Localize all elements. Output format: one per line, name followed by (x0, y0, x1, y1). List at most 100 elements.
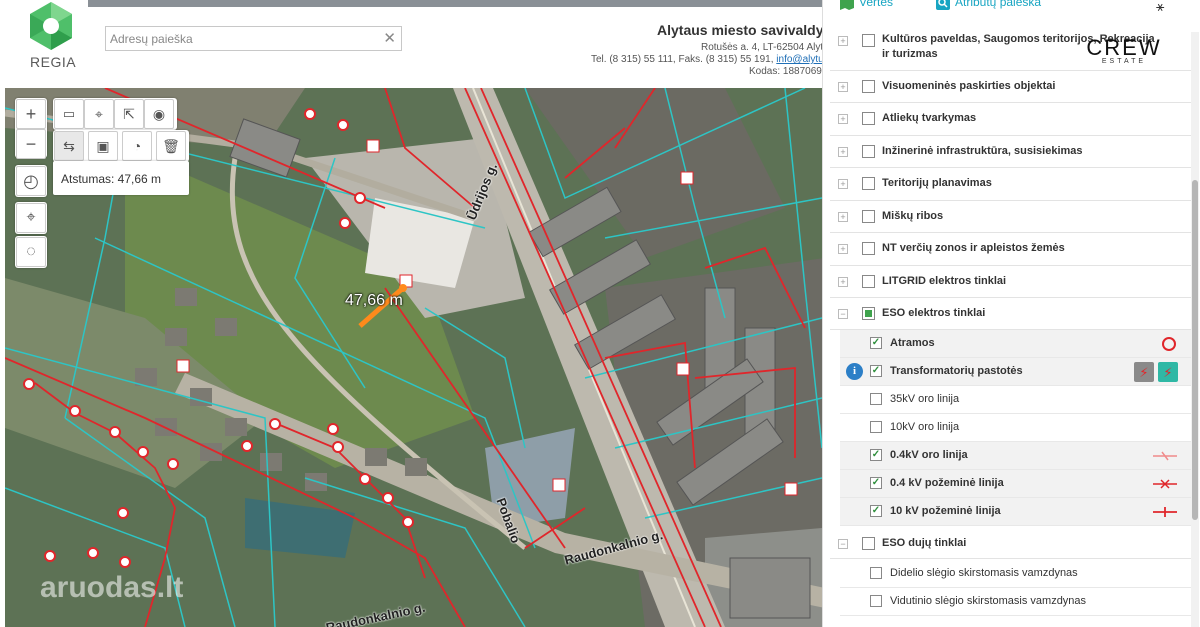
sublayer-row-didelio-slegio[interactable]: Didelio slėgio skirstomasis vamzdynas (840, 560, 1192, 588)
layer-label: NT verčių zonos ir apleistos žemės (882, 242, 1065, 254)
organization-code: Kodas: 188706935 (749, 66, 833, 77)
sublayer-row-atramos[interactable]: ✓ Atramos (840, 330, 1192, 358)
compass-icon[interactable]: ◴ (16, 166, 46, 196)
trash-icon[interactable]: 🗑 (156, 131, 186, 161)
export-icon[interactable]: ⇱ (114, 99, 144, 129)
organization-address: Rotušės a. 4, LT-62504 Alytus (701, 42, 834, 53)
layer-label: Teritorijų planavimas (882, 177, 992, 189)
overhead-line-legend-icon (1153, 451, 1177, 461)
aruodas-watermark: aruodas.lt (40, 571, 184, 604)
layer-row-nt-verciu[interactable]: + NT verčių zonos ir apleistos žemės (830, 233, 1192, 266)
layer-checkbox[interactable] (862, 242, 875, 255)
layer-label: Visuomeninės paskirties objektai (882, 80, 1056, 92)
sublayer-row-35kv[interactable]: 35kV oro linija (840, 386, 1192, 414)
layer-checkbox[interactable] (862, 80, 875, 93)
target-icon[interactable]: ◉ (144, 99, 174, 129)
layer-checkbox-partial[interactable] (862, 307, 875, 320)
expand-icon[interactable]: + (838, 212, 848, 222)
sublayer-checkbox[interactable] (870, 393, 882, 405)
toolbar-second: ⇆ ▣ ◔ 🗑 (53, 130, 189, 162)
layer-label: Inžinerinė infrastruktūra, susisiekimas (882, 145, 1083, 157)
layer-checkbox[interactable] (862, 275, 875, 288)
underground-10kv-legend-icon (1153, 507, 1177, 517)
layer-row-misku-ribos[interactable]: + Miškų ribos (830, 201, 1192, 233)
layer-label: ESO dujų tinklai (882, 537, 967, 549)
layer-checkbox[interactable] (862, 210, 875, 223)
expand-icon[interactable]: + (838, 147, 848, 157)
sublayer-row-04kv-pozemine[interactable]: ✓ 0.4 kV požeminė linija (840, 470, 1192, 498)
map-viewport[interactable]: + − ▭ ⌖ ⇱ ◉ ⇆ ▣ ◔ 🗑 Atstumas: 47,66 m ◴ … (5, 88, 822, 627)
panel-scrollbar[interactable] (1191, 32, 1199, 627)
sublayer-checkbox[interactable] (870, 421, 882, 433)
zoom-in-icon[interactable]: + (16, 99, 46, 129)
pin-off-icon[interactable]: ⚹ (1156, 0, 1164, 15)
layer-row-eso-duju[interactable]: − ESO dujų tinklai (830, 528, 1192, 559)
tab-attribute-search[interactable]: Atributų paieška (936, 0, 1041, 10)
scrollbar-thumb[interactable] (1192, 180, 1198, 520)
sublayer-checkbox[interactable]: ✓ (870, 477, 882, 489)
sublayer-row-10kv-pozemine[interactable]: ✓ 10 kV požeminė linija (840, 498, 1192, 526)
panel-tabs: Vertės Atributų paieška ⚹ (823, 0, 1200, 20)
ruler-icon[interactable]: ▭ (54, 99, 84, 129)
layer-checkbox[interactable] (862, 177, 875, 190)
address-search-input[interactable] (106, 27, 366, 50)
sublayer-label: 0.4 kV požeminė linija (890, 477, 1004, 489)
support-legend-icon (1162, 337, 1176, 351)
sublayer-checkbox[interactable]: ✓ (870, 337, 882, 349)
sublayer-label: Transformatorių pastotės (890, 365, 1023, 377)
sublayer-checkbox[interactable] (870, 595, 882, 607)
layer-row-visuomenines[interactable]: + Visuomeninės paskirties objektai (830, 71, 1192, 103)
top-strip (88, 0, 822, 7)
svg-text:⚡: ⚡ (1163, 366, 1172, 381)
zoom-control: + − (15, 98, 47, 159)
layer-row-planavimas[interactable]: + Teritorijų planavimas (830, 168, 1192, 201)
sublayer-row-10kv[interactable]: 10kV oro linija (840, 414, 1192, 442)
expand-icon[interactable]: + (838, 36, 848, 46)
header: REGIA ✕ Alytaus miesto savivaldybė Rotuš… (0, 0, 840, 88)
underground-04kv-legend-icon (1153, 479, 1177, 489)
area-icon[interactable]: ◔ (122, 131, 152, 161)
sublayer-label: Didelio slėgio skirstomasis vamzdynas (890, 567, 1078, 579)
expand-icon[interactable]: + (838, 114, 848, 124)
measure-line-icon[interactable]: ⇆ (54, 131, 84, 161)
compass-control: ◴ (15, 165, 47, 197)
tab-layers[interactable]: Vertės (840, 0, 893, 10)
close-icon[interactable]: ✕ (383, 29, 396, 47)
layer-row-litgrid[interactable]: + LITGRID elektros tinklai (830, 266, 1192, 298)
sublayer-row-vidutinio-slegio[interactable]: Vidutinio slėgio skirstomasis vamzdynas (840, 588, 1192, 616)
collapse-icon[interactable]: − (838, 539, 848, 549)
sublayer-checkbox[interactable]: ✓ (870, 365, 882, 377)
lasso-control: ◌ (15, 236, 47, 268)
lasso-icon[interactable]: ◌ (16, 237, 46, 267)
measure-result-tag: 47,66 m (345, 292, 403, 309)
zoom-out-icon[interactable]: − (16, 129, 46, 159)
locate-icon[interactable]: ⌖ (16, 203, 46, 233)
expand-icon[interactable]: + (838, 277, 848, 287)
sublayer-label: Vidutinio slėgio skirstomasis vamzdynas (890, 595, 1087, 607)
layer-checkbox[interactable] (862, 112, 875, 125)
sublayer-row-04kv-oro[interactable]: ✓ 0.4kV oro linija (840, 442, 1192, 470)
sublayer-checkbox[interactable]: ✓ (870, 505, 882, 517)
layer-row-eso-elektros[interactable]: − ESO elektros tinklai (830, 298, 1192, 330)
logo-text: REGIA (30, 54, 77, 70)
sublayer-checkbox[interactable] (870, 567, 882, 579)
expand-icon[interactable]: + (838, 244, 848, 254)
layer-checkbox[interactable] (862, 34, 875, 47)
layer-row-atlieku[interactable]: + Atliekų tvarkymas (830, 103, 1192, 136)
sublayer-checkbox[interactable]: ✓ (870, 449, 882, 461)
address-search-box[interactable]: ✕ (105, 26, 402, 51)
sublayer-label: 0.4kV oro linija (890, 449, 968, 461)
sublayer-row-transformatoriu[interactable]: i ✓ Transformatorių pastotės ⚡ ⚡ (840, 358, 1192, 386)
layer-label: Atliekų tvarkymas (882, 112, 977, 124)
sublayer-label: Atramos (890, 337, 935, 349)
info-icon[interactable]: i (846, 363, 863, 380)
expand-icon[interactable]: + (838, 179, 848, 189)
measure-distance-label: Atstumas: 47,66 m (61, 172, 162, 186)
layer-checkbox[interactable] (862, 537, 875, 550)
car-icon[interactable]: ▣ (88, 131, 118, 161)
layer-row-inzinerine[interactable]: + Inžinerinė infrastruktūra, susisiekima… (830, 136, 1192, 168)
layer-checkbox[interactable] (862, 145, 875, 158)
collapse-icon[interactable]: − (838, 309, 848, 319)
pin-icon[interactable]: ⌖ (84, 99, 114, 129)
expand-icon[interactable]: + (838, 82, 848, 92)
